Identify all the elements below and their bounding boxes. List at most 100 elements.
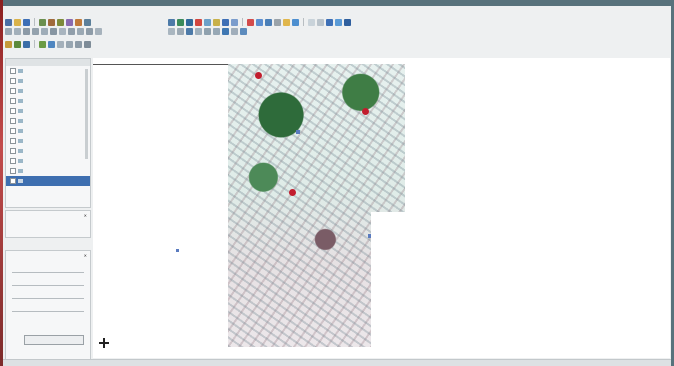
layer-visibility-checkbox[interactable] bbox=[10, 68, 16, 74]
refresh-icon[interactable] bbox=[222, 18, 229, 26]
north-arrow-icon bbox=[99, 338, 109, 348]
redo-icon[interactable] bbox=[177, 28, 184, 35]
map-feature[interactable] bbox=[296, 130, 300, 134]
edit-vertex-icon[interactable] bbox=[57, 18, 64, 26]
python-console-icon[interactable] bbox=[317, 18, 324, 26]
plugin-icon[interactable] bbox=[5, 40, 12, 48]
layer-visibility-checkbox[interactable] bbox=[10, 178, 16, 184]
layer-visibility-checkbox[interactable] bbox=[10, 158, 16, 164]
add-postgis-icon[interactable] bbox=[41, 28, 48, 35]
pencil-icon[interactable] bbox=[48, 18, 55, 26]
bookmark-icon[interactable] bbox=[308, 18, 315, 26]
label-icon[interactable] bbox=[283, 18, 290, 26]
digitize-icon[interactable] bbox=[39, 18, 46, 26]
layer-visibility-checkbox[interactable] bbox=[10, 108, 16, 114]
heatmap-icon[interactable] bbox=[48, 40, 55, 48]
parameter-field[interactable] bbox=[12, 307, 84, 312]
gps-tools-icon[interactable] bbox=[57, 40, 64, 48]
offset-curve-icon[interactable] bbox=[240, 28, 247, 35]
layer-item[interactable] bbox=[6, 156, 90, 166]
merge-features-icon[interactable] bbox=[213, 28, 220, 35]
new-shapefile-icon[interactable] bbox=[77, 28, 84, 35]
deselect-icon[interactable] bbox=[256, 18, 263, 26]
zoom-layer-icon[interactable] bbox=[204, 18, 211, 26]
layer-visibility-checkbox[interactable] bbox=[10, 138, 16, 144]
toolbar-layers bbox=[5, 28, 102, 35]
layer-visibility-checkbox[interactable] bbox=[10, 168, 16, 174]
add-delimited-icon[interactable] bbox=[23, 28, 30, 35]
simplify-feature-icon[interactable] bbox=[231, 28, 238, 35]
db-manager-icon[interactable] bbox=[66, 40, 73, 48]
measure-icon[interactable] bbox=[265, 18, 272, 26]
split-features-icon[interactable] bbox=[204, 28, 211, 35]
map-marker[interactable] bbox=[255, 72, 262, 79]
layer-visibility-checkbox[interactable] bbox=[10, 98, 16, 104]
parameter-field[interactable] bbox=[12, 281, 84, 286]
new-geopackage-icon[interactable] bbox=[95, 28, 102, 35]
layer-visibility-checkbox[interactable] bbox=[10, 128, 16, 134]
new-project-icon[interactable] bbox=[5, 18, 12, 26]
zoom-in-icon[interactable] bbox=[177, 18, 184, 26]
edit-attributes-icon[interactable] bbox=[84, 18, 91, 26]
add-feature-icon[interactable] bbox=[66, 18, 73, 26]
open-project-icon[interactable] bbox=[14, 18, 21, 26]
map-canvas[interactable] bbox=[93, 58, 670, 358]
zoom-full-icon[interactable] bbox=[195, 18, 202, 26]
rotate-feature-icon[interactable] bbox=[222, 28, 229, 35]
move-feature-icon[interactable] bbox=[75, 18, 82, 26]
pan-icon[interactable] bbox=[168, 18, 175, 26]
toolbar-plugins bbox=[5, 40, 91, 48]
layer-item[interactable] bbox=[6, 146, 90, 156]
layer-item-selected[interactable] bbox=[6, 176, 90, 186]
zoom-selection-icon[interactable] bbox=[213, 18, 220, 26]
layer-item[interactable] bbox=[6, 76, 90, 86]
map-marker[interactable] bbox=[289, 189, 296, 196]
layer-visibility-checkbox[interactable] bbox=[10, 148, 16, 154]
panel-close-icon[interactable]: ✕ bbox=[84, 253, 87, 258]
layer-item[interactable] bbox=[6, 106, 90, 116]
raster-calculator-icon[interactable] bbox=[39, 40, 46, 48]
layer-item[interactable] bbox=[6, 116, 90, 126]
layer-visibility-checkbox[interactable] bbox=[10, 118, 16, 124]
run-button[interactable] bbox=[24, 335, 84, 345]
parameter-field[interactable] bbox=[12, 294, 84, 299]
layer-item[interactable] bbox=[6, 96, 90, 106]
annotation-icon[interactable] bbox=[274, 18, 281, 26]
layer-item[interactable] bbox=[6, 86, 90, 96]
map-marker[interactable] bbox=[362, 108, 369, 115]
map-tips-icon[interactable] bbox=[292, 18, 299, 26]
graphical-modeler-icon[interactable] bbox=[75, 40, 82, 48]
statistics-icon[interactable] bbox=[335, 18, 342, 26]
layout-manager-icon[interactable] bbox=[344, 18, 351, 26]
select-icon[interactable] bbox=[247, 18, 254, 26]
parameter-field[interactable] bbox=[12, 268, 84, 273]
layer-item[interactable] bbox=[6, 166, 90, 176]
add-vector-icon[interactable] bbox=[5, 28, 12, 35]
add-raster-icon[interactable] bbox=[14, 28, 21, 35]
new-scratch-layer-icon[interactable] bbox=[86, 28, 93, 35]
layer-visibility-checkbox[interactable] bbox=[10, 78, 16, 84]
panel-close-icon[interactable]: ✕ bbox=[84, 213, 87, 218]
advanced-digitizing-icon[interactable] bbox=[195, 28, 202, 35]
history-icon[interactable] bbox=[84, 40, 91, 48]
add-wfs-icon[interactable] bbox=[59, 28, 66, 35]
coordinate-capture-icon[interactable] bbox=[23, 40, 30, 48]
layer-swatch bbox=[18, 99, 23, 103]
layer-item[interactable] bbox=[6, 126, 90, 136]
aerial-imagery[interactable] bbox=[228, 64, 405, 347]
map-feature[interactable] bbox=[176, 249, 179, 252]
layer-item[interactable] bbox=[6, 66, 90, 76]
add-spatialite-icon[interactable] bbox=[32, 28, 39, 35]
add-wcs-icon[interactable] bbox=[68, 28, 75, 35]
zoom-out-icon[interactable] bbox=[186, 18, 193, 26]
georeferencer-icon[interactable] bbox=[14, 40, 21, 48]
identify-icon[interactable] bbox=[231, 18, 238, 26]
save-project-icon[interactable] bbox=[23, 18, 30, 26]
add-wms-icon[interactable] bbox=[50, 28, 57, 35]
processing-toolbox-icon[interactable] bbox=[326, 18, 333, 26]
layers-scrollbar[interactable] bbox=[85, 69, 88, 159]
layer-item[interactable] bbox=[6, 136, 90, 146]
snapping-icon[interactable] bbox=[186, 28, 193, 35]
undo-icon[interactable] bbox=[168, 28, 175, 35]
layer-visibility-checkbox[interactable] bbox=[10, 88, 16, 94]
